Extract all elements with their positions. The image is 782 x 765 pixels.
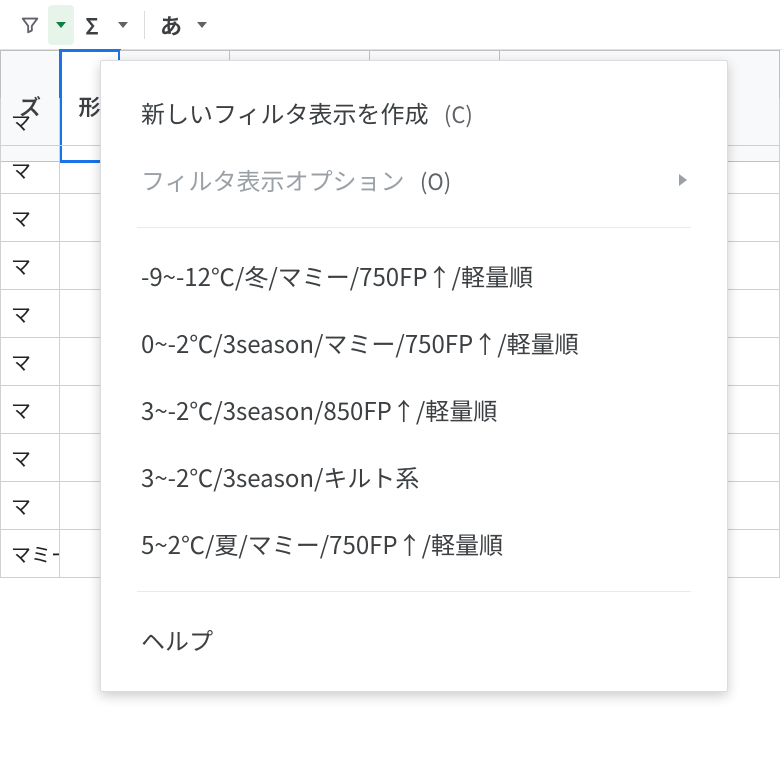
menu-item-accelerator: (C): [444, 98, 473, 130]
menu-item-label: フィルタ表示オプション: [141, 162, 405, 197]
menu-item-label: 3~-2℃/3season/キルト系: [141, 459, 419, 494]
chevron-right-icon: [679, 174, 687, 186]
menu-divider: [137, 591, 691, 592]
menu-item-label: ヘルプ: [141, 622, 213, 657]
menu-item-label: 3~-2℃/3season/850FP↑/軽量順: [141, 392, 497, 427]
menu-item-accelerator: (O): [420, 165, 451, 197]
menu-divider: [137, 227, 691, 228]
filter-dropdown-button[interactable]: [48, 5, 74, 45]
menu-item-label: 5~2℃/夏/マミー/750FP↑/軽量順: [141, 526, 503, 561]
sigma-icon: Σ: [85, 9, 99, 41]
menu-item-saved-filter-view[interactable]: 3~-2℃/3season/キルト系: [101, 443, 727, 510]
input-method-button[interactable]: あ: [153, 5, 189, 45]
cell[interactable]: マ: [0, 338, 60, 386]
menu-item-saved-filter-view[interactable]: 0~-2℃/3season/マミー/750FP↑/軽量順: [101, 309, 727, 376]
caret-down-icon: [197, 22, 207, 28]
toolbar: Σ あ: [0, 0, 782, 50]
cell[interactable]: マ: [0, 386, 60, 434]
menu-item-label: 0~-2℃/3season/マミー/750FP↑/軽量順: [141, 325, 579, 360]
menu-item-label: -9~-12℃/冬/マミー/750FP↑/軽量順: [141, 258, 533, 293]
cell[interactable]: マ: [0, 482, 60, 530]
functions-button[interactable]: Σ: [74, 5, 110, 45]
cell[interactable]: マミー: [0, 530, 60, 578]
input-method-icon: あ: [160, 9, 182, 41]
functions-dropdown-button[interactable]: [110, 5, 136, 45]
input-method-group: あ: [153, 5, 215, 45]
filter-icon: [19, 14, 41, 36]
cell[interactable]: マ: [0, 434, 60, 482]
cell[interactable]: マ: [0, 146, 60, 194]
menu-item-saved-filter-view[interactable]: 5~2℃/夏/マミー/750FP↑/軽量順: [101, 510, 727, 577]
cell[interactable]: マ: [0, 290, 60, 338]
menu-item-label: 新しいフィルタ表示を作成: [141, 95, 429, 130]
menu-item-help[interactable]: ヘルプ: [101, 606, 727, 673]
input-method-dropdown-button[interactable]: [189, 5, 215, 45]
cell[interactable]: マ: [0, 98, 60, 146]
menu-item-filter-view-options: フィルタ表示オプション (O): [101, 146, 727, 213]
menu-item-saved-filter-view[interactable]: -9~-12℃/冬/マミー/750FP↑/軽量順: [101, 242, 727, 309]
filter-views-menu: 新しいフィルタ表示を作成 (C) フィルタ表示オプション (O) -9~-12℃…: [100, 60, 728, 692]
toolbar-separator: [144, 11, 145, 39]
menu-item-saved-filter-view[interactable]: 3~-2℃/3season/850FP↑/軽量順: [101, 376, 727, 443]
cell[interactable]: マ: [0, 242, 60, 290]
sigma-group: Σ: [74, 5, 136, 45]
menu-item-create-filter-view[interactable]: 新しいフィルタ表示を作成 (C): [101, 79, 727, 146]
filter-group: [12, 5, 74, 45]
caret-down-icon: [118, 22, 128, 28]
cell[interactable]: マ: [0, 194, 60, 242]
filter-button[interactable]: [12, 5, 48, 45]
caret-down-icon: [56, 22, 66, 28]
